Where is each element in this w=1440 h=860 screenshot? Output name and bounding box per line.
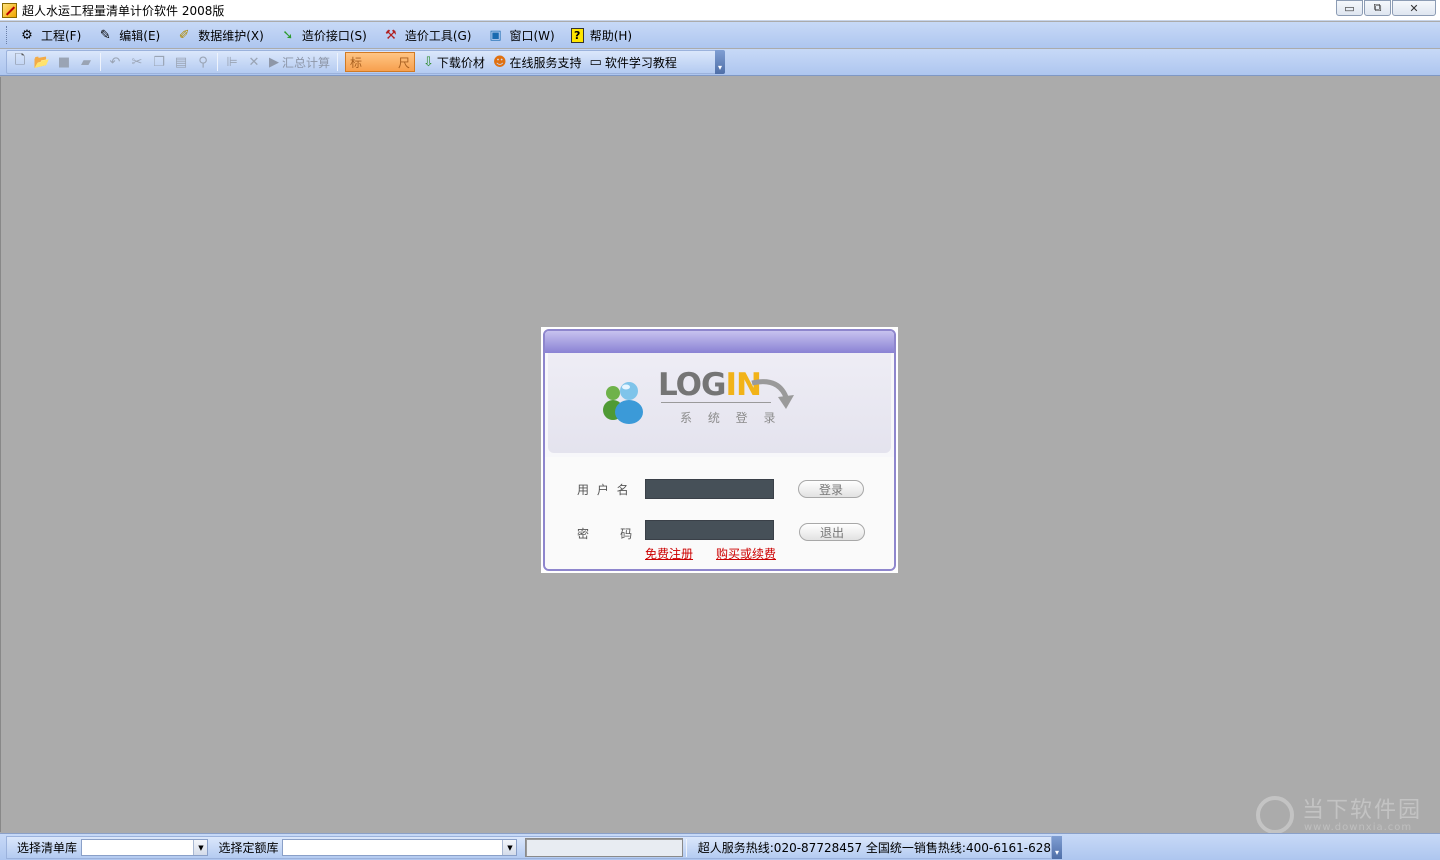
- minimize-button[interactable]: ▭: [1336, 0, 1363, 16]
- online-support-label: 在线服务支持: [509, 55, 582, 70]
- username-input[interactable]: [645, 479, 774, 499]
- save-as-icon[interactable]: ▰: [75, 52, 97, 72]
- status-field: [525, 838, 683, 857]
- video-camera-icon: ▭: [589, 54, 602, 70]
- new-file-icon[interactable]: 🗋: [9, 52, 31, 72]
- download-prices-label: 下载价材: [436, 55, 485, 70]
- users-icon: [603, 382, 643, 424]
- toolbar-separator: [337, 53, 339, 71]
- window-controls: ▭ ⧉ ✕: [1335, 0, 1436, 16]
- list-library-select[interactable]: ▼: [81, 839, 209, 856]
- menu-data-maintenance-label: 数据维护(X): [198, 28, 264, 43]
- play-icon: ▶: [269, 54, 279, 70]
- watermark-text: 当下软件园: [1302, 798, 1423, 823]
- login-frame: LOGIN 系 统 登 录 用 户 名 登录 密 码 退出 免费注册 购买或续费: [543, 329, 896, 571]
- summary-calc-label: 汇总计算: [282, 55, 331, 70]
- menu-price-interface-label: 造价接口(S): [301, 28, 367, 43]
- open-folder-icon[interactable]: 📂: [31, 52, 53, 72]
- edit-icon: ✎: [99, 27, 111, 43]
- tutorial-label: 软件学习教程: [604, 55, 677, 70]
- buy-link[interactable]: 购买或续费: [716, 545, 776, 562]
- copy-icon[interactable]: ❐: [148, 52, 170, 72]
- menu-price-tools[interactable]: ⚒ 造价工具(G): [381, 24, 474, 46]
- statusbar-overflow-button[interactable]: ▾: [1052, 836, 1062, 859]
- standard-button-right: 尺: [398, 55, 411, 70]
- restore-button[interactable]: ⧉: [1364, 0, 1391, 16]
- project-icon: ⚙: [21, 27, 33, 43]
- paste-icon[interactable]: ▤: [170, 52, 192, 72]
- watermark-url: www.downxia.com: [1304, 822, 1413, 833]
- exit-button[interactable]: 退出: [799, 523, 865, 541]
- menu-project-label: 工程(F): [41, 28, 82, 43]
- password-input[interactable]: [645, 520, 774, 540]
- summary-calc-button[interactable]: ▶ 汇总计算: [265, 52, 334, 72]
- menu-grip[interactable]: [6, 26, 9, 44]
- data-maintenance-icon: ✐: [178, 27, 190, 43]
- standard-button-left: 标: [350, 55, 363, 70]
- price-interface-icon: ➘: [282, 27, 294, 43]
- status-strip: 选择清单库 ▼ 选择定额库 ▼ 超人服务热线:020-87728457 全国统一…: [6, 836, 1052, 859]
- quota-library-label: 选择定额库: [218, 841, 279, 855]
- hotline-text: 超人服务热线:020-87728457 全国统一销售热线:400-6161-62…: [697, 841, 1051, 855]
- menu-price-tools-label: 造价工具(G): [404, 28, 472, 43]
- find-icon[interactable]: ⚲: [192, 52, 214, 72]
- menu-data-maintenance[interactable]: ✐ 数据维护(X): [174, 24, 266, 46]
- toolbar-separator: [217, 53, 218, 71]
- menu-window-label: 窗口(W): [509, 28, 555, 43]
- menu-edit-label: 编辑(E): [119, 28, 161, 43]
- logo-underline: [661, 402, 771, 403]
- login-subtitle: 系 统 登 录: [680, 411, 782, 425]
- toolbar-strip: 🗋 📂 ■ ▰ ↶ ✂ ❐ ▤ ⚲ ⊫ ✕ ▶ 汇总计算 标 尺 ⇩ 下载价材 …: [6, 50, 724, 74]
- list-library-label: 选择清单库: [17, 841, 78, 855]
- status-bar: 选择清单库 ▼ 选择定额库 ▼ 超人服务热线:020-87728457 全国统一…: [0, 833, 1440, 860]
- menu-project[interactable]: ⚙ 工程(F): [17, 24, 83, 46]
- help-icon: ?: [570, 27, 584, 43]
- delete-icon[interactable]: ✕: [243, 52, 265, 72]
- close-button[interactable]: ✕: [1392, 0, 1436, 16]
- insert-icon[interactable]: ⊫: [221, 52, 243, 72]
- tutorial-button[interactable]: ▭ 软件学习教程: [586, 52, 681, 72]
- login-button[interactable]: 登录: [798, 480, 864, 498]
- menu-bar: ⚙ 工程(F) ✎ 编辑(E) ✐ 数据维护(X) ➘ 造价接口(S) ⚒ 造价…: [0, 22, 1440, 48]
- chevron-down-icon[interactable]: ▼: [502, 840, 517, 855]
- standard-button[interactable]: 标 尺: [345, 52, 416, 72]
- status-separator: [685, 838, 687, 857]
- password-label: 密 码: [577, 527, 635, 541]
- toolbar-separator: [100, 53, 101, 71]
- download-prices-button[interactable]: ⇩ 下载价材: [419, 52, 489, 72]
- undo-icon[interactable]: ↶: [104, 52, 126, 72]
- username-label: 用 户 名: [577, 483, 631, 497]
- window-title: 超人水运工程量清单计价软件 2008版: [22, 3, 225, 18]
- price-tools-icon: ⚒: [384, 27, 397, 43]
- download-icon: ⇩: [423, 54, 434, 70]
- register-link[interactable]: 免费注册: [645, 545, 693, 562]
- toolbar-overflow-button[interactable]: ▾: [715, 50, 725, 74]
- online-support-button[interactable]: ☻ 在线服务支持: [489, 52, 586, 72]
- watermark-logo-icon: [1256, 796, 1294, 834]
- save-icon[interactable]: ■: [53, 52, 75, 72]
- toolbar: 🗋 📂 ■ ▰ ↶ ✂ ❐ ▤ ⚲ ⊫ ✕ ▶ 汇总计算 标 尺 ⇩ 下载价材 …: [0, 49, 1440, 76]
- app-icon: [2, 2, 17, 18]
- login-header-bar: [545, 331, 894, 353]
- login-dialog: LOGIN 系 统 登 录 用 户 名 登录 密 码 退出 免费注册 购买或续费: [541, 327, 898, 573]
- menu-price-interface[interactable]: ➘ 造价接口(S): [278, 24, 369, 46]
- menu-help-label: 帮助(H): [589, 28, 633, 43]
- title-bar: 超人水运工程量清单计价软件 2008版 ▭ ⧉ ✕: [0, 0, 1440, 21]
- support-person-icon: ☻: [492, 54, 507, 70]
- logo-text: LOGIN: [658, 367, 762, 403]
- menu-help[interactable]: ? 帮助(H): [569, 24, 634, 46]
- cut-icon[interactable]: ✂: [126, 52, 148, 72]
- menu-edit[interactable]: ✎ 编辑(E): [95, 24, 162, 46]
- quota-library-select[interactable]: ▼: [282, 839, 518, 856]
- logo-arrow-icon: [751, 379, 794, 409]
- chevron-down-icon[interactable]: ▼: [193, 840, 208, 855]
- watermark: 当下软件园 www.downxia.com: [1256, 792, 1426, 838]
- window-icon: ▣: [489, 27, 502, 43]
- logo-log: LOG: [658, 367, 726, 403]
- menu-window[interactable]: ▣ 窗口(W): [485, 24, 556, 46]
